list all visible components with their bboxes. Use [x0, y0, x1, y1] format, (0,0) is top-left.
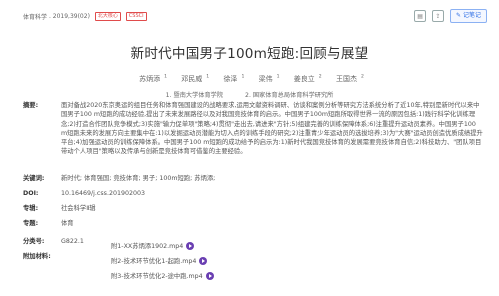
affiliation[interactable]: 2. 国家体育总局体育科学研究所	[245, 92, 333, 99]
journal-name[interactable]: 体育科学	[23, 14, 47, 21]
affiliation[interactable]: 1. 暨南大学体育学院	[166, 92, 223, 99]
attachment-item[interactable]: 附3-技术环节优化2-途中跑.mp4	[111, 271, 214, 280]
author[interactable]: 姜良立 2	[290, 75, 322, 83]
take-notes-button[interactable]: ✎ 记笔记	[450, 9, 487, 23]
journal-info: 体育科学 . 2019,39(02) 北大核心 CSSCI	[23, 12, 147, 21]
subject-row: 专题: 体育	[23, 219, 483, 228]
abstract-row: 摘要: 面对备战2020东京奥运的组目任务和体育强国建设的战略要求,运用文献资料…	[23, 101, 483, 157]
badge-cssci: CSSCI	[125, 12, 147, 21]
keywords-value[interactable]: 新时代; 体育强国; 竞技体育; 男子; 100m短跑; 苏炳添;	[61, 174, 483, 183]
keywords-row: 关键词: 新时代; 体育强国; 竞技体育; 男子; 100m短跑; 苏炳添;	[23, 174, 483, 183]
author[interactable]: 梁伟 1	[255, 75, 280, 83]
document-icon[interactable]: ▤	[414, 10, 427, 22]
author-list: 苏炳添 1 邓民威 1 徐泽 1 梁伟 1 姜良立 2 王国杰 2	[0, 74, 499, 84]
page-title: 新时代中国男子100m短跑:回顾与展望	[130, 46, 369, 62]
article-page: 体育科学 . 2019,39(02) 北大核心 CSSCI ▤ ⇪ ✎ 记笔记 …	[0, 0, 499, 296]
attachment-item[interactable]: 附1-XX苏炳添1902.mp4	[111, 241, 195, 250]
column-row: 专辑: 社会科学Ⅱ辑	[23, 204, 483, 213]
author[interactable]: 徐泽 1	[219, 75, 244, 83]
doi-label: DOI:	[23, 190, 39, 197]
affiliation-list: 1. 暨南大学体育学院 2. 国家体育总局体育科学研究所	[0, 90, 499, 99]
column-value: 社会科学Ⅱ辑	[61, 205, 96, 212]
meta-actions: ▤ ⇪ ✎ 记笔记	[414, 8, 487, 24]
keywords-label: 关键词:	[23, 175, 45, 182]
play-icon[interactable]	[205, 271, 214, 280]
attachment-item[interactable]: 附2-技术环节优化1-起跑.mp4	[111, 256, 208, 265]
class-row: 分类号: G822.1	[23, 237, 483, 246]
doi-value: 10.16469/j.css.201902003	[61, 190, 145, 197]
meta-row: 体育科学 . 2019,39(02) 北大核心 CSSCI ▤ ⇪ ✎ 记笔记	[0, 8, 499, 24]
author[interactable]: 苏炳添 1	[135, 75, 167, 83]
author[interactable]: 邓民威 1	[177, 75, 209, 83]
share-icon[interactable]: ⇪	[432, 10, 445, 22]
play-icon[interactable]	[186, 241, 195, 250]
author[interactable]: 王国杰 2	[332, 75, 364, 83]
subject-value: 体育	[61, 220, 74, 227]
play-icon[interactable]	[199, 256, 208, 265]
attachments-label: 附加材料:	[23, 253, 51, 260]
year-issue: 2019,39(02)	[52, 13, 90, 20]
abstract-text: 面对备战2020东京奥运的组目任务和体育强国建设的战略要求,运用文献资料调研、访…	[61, 102, 483, 156]
abstract-label: 摘要:	[23, 102, 39, 109]
column-label: 专辑:	[23, 205, 39, 212]
doi-row: DOI: 10.16469/j.css.201902003	[23, 189, 483, 198]
subject-label: 专题:	[23, 220, 39, 227]
class-label: 分类号:	[23, 238, 45, 245]
notes-label: 记笔记	[462, 12, 481, 19]
badge-core: 北大核心	[94, 12, 121, 21]
